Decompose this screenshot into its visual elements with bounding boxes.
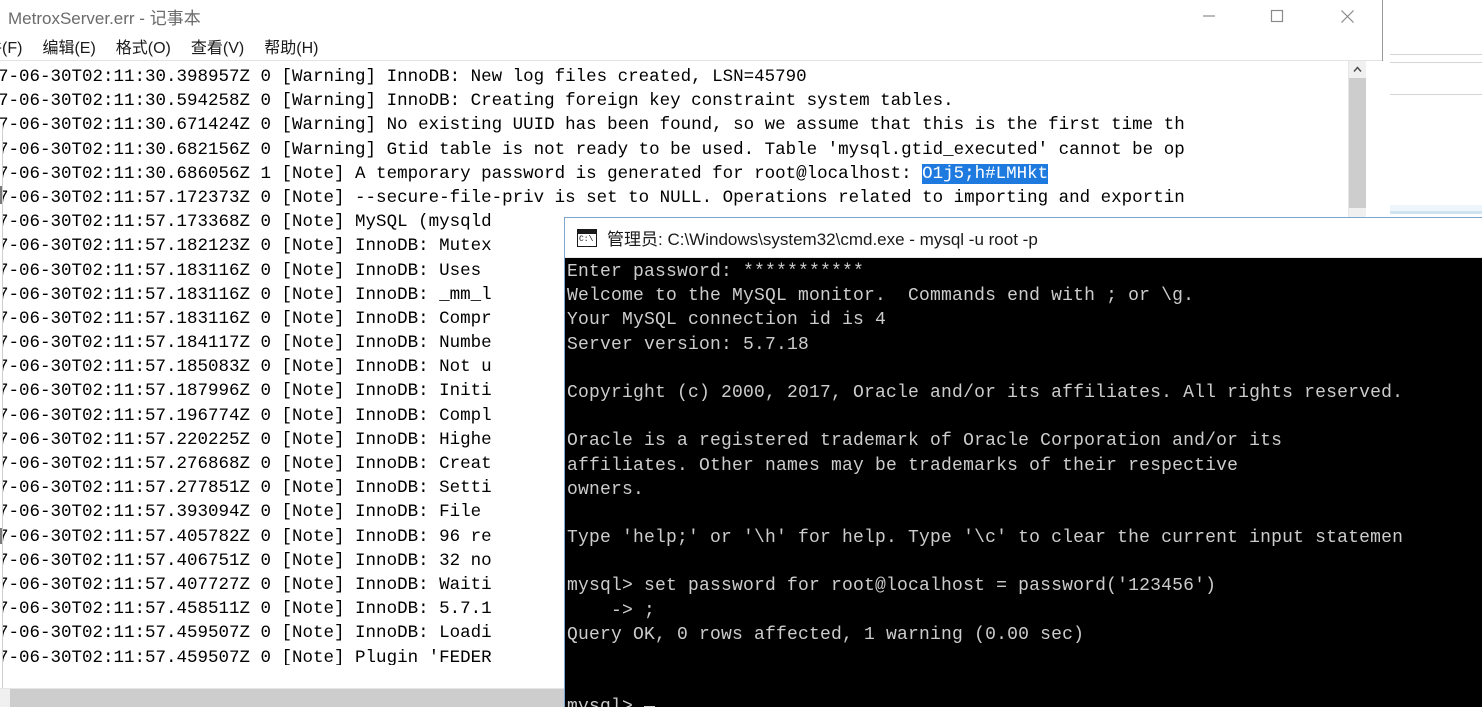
log-line-temporary-password: 7-06-30T02:11:30.686056Z 1 [Note] A temp… [0, 162, 1353, 186]
log-line: 7-06-30T02:11:30.594258Z 0 [Warning] Inn… [0, 91, 954, 112]
menu-item-view[interactable]: 查看(V) [181, 34, 254, 58]
console-line: affiliates. Other names may be trademark… [567, 455, 1239, 476]
cmd-console-icon [577, 228, 597, 247]
background-divider [1390, 54, 1482, 55]
maximize-icon[interactable] [1254, 0, 1300, 32]
notepad-titlebar[interactable]: MetroxServer.err - 记事本 [0, 0, 1382, 32]
console-line: Your MySQL connection id is 4 [567, 310, 887, 331]
notepad-menubar[interactable]: 件(F) 编辑(E) 格式(O) 查看(V) 帮助(H) [0, 32, 1382, 61]
menu-item-format[interactable]: 格式(O) [106, 34, 181, 58]
vertical-scroll-thumb[interactable] [1349, 78, 1366, 208]
console-line: Enter password: *********** [567, 262, 865, 282]
minimize-icon[interactable] [1186, 0, 1232, 32]
console-line: Welcome to the MySQL monitor. Commands e… [567, 286, 1195, 307]
log-line-text: 7-06-30T02:11:30.686056Z 1 [Note] A temp… [0, 163, 923, 184]
console-line: Server version: 5.7.18 [567, 334, 810, 355]
console-prompt: mysql> [567, 697, 644, 707]
notepad-title: MetroxServer.err - 记事本 [8, 9, 201, 28]
notepad-left-edge-scroll[interactable] [0, 123, 3, 707]
background-divider [1390, 94, 1482, 95]
screen-root: MetroxServer.err - 记事本 件(F) 编辑(E) 格式(O) … [0, 0, 1482, 707]
log-line: 7-06-30T02:11:30.682156Z 0 [Warning] Gti… [0, 139, 1185, 160]
log-line: 7-06-30T02:11:30.671424Z 0 [Warning] No … [0, 115, 1185, 136]
console-line: Query OK, 0 rows affected, 1 warning (0.… [567, 624, 1085, 645]
cmd-output-text: Enter password: *********** Welcome to th… [567, 260, 1482, 707]
console-line: mysql> set password for root@localhost =… [567, 576, 1217, 597]
menu-item-help[interactable]: 帮助(H) [254, 34, 328, 58]
background-highlight-strip [1390, 211, 1482, 214]
background-divider [1390, 62, 1482, 63]
console-line: -> ; [567, 600, 656, 621]
cmd-titlebar[interactable]: 管理员: C:\Windows\system32\cmd.exe - mysql… [565, 218, 1482, 258]
left-edge-nub [0, 186, 2, 204]
log-line: 7-06-30T02:11:30.398957Z 0 [Warning] Inn… [0, 67, 807, 87]
cmd-title: 管理员: C:\Windows\system32\cmd.exe - mysql… [607, 230, 1038, 249]
console-prompt-line: mysql> [567, 695, 1482, 707]
close-icon[interactable] [1324, 0, 1370, 32]
left-edge-nub [0, 528, 2, 544]
menu-item-edit[interactable]: 编辑(E) [32, 34, 105, 58]
chevron-up-icon[interactable] [1349, 61, 1366, 78]
console-line: Copyright (c) 2000, 2017, Oracle and/or … [567, 382, 1404, 403]
console-line: Type 'help;' or '\h' for help. Type '\c'… [567, 528, 1404, 549]
menu-item-file[interactable]: 件(F) [0, 34, 32, 58]
cmd-output-area[interactable]: Enter password: *********** Welcome to th… [565, 258, 1482, 707]
console-line: Oracle is a registered trademark of Orac… [567, 431, 1283, 452]
log-line: 7-06-30T02:11:57.172373Z 0 [Note] --secu… [0, 187, 1185, 208]
cmd-console-window[interactable]: 管理员: C:\Windows\system32\cmd.exe - mysql… [565, 218, 1482, 707]
console-line: owners. [567, 479, 645, 500]
selected-password-text[interactable]: O1j5;h#LMHkt [922, 163, 1049, 184]
